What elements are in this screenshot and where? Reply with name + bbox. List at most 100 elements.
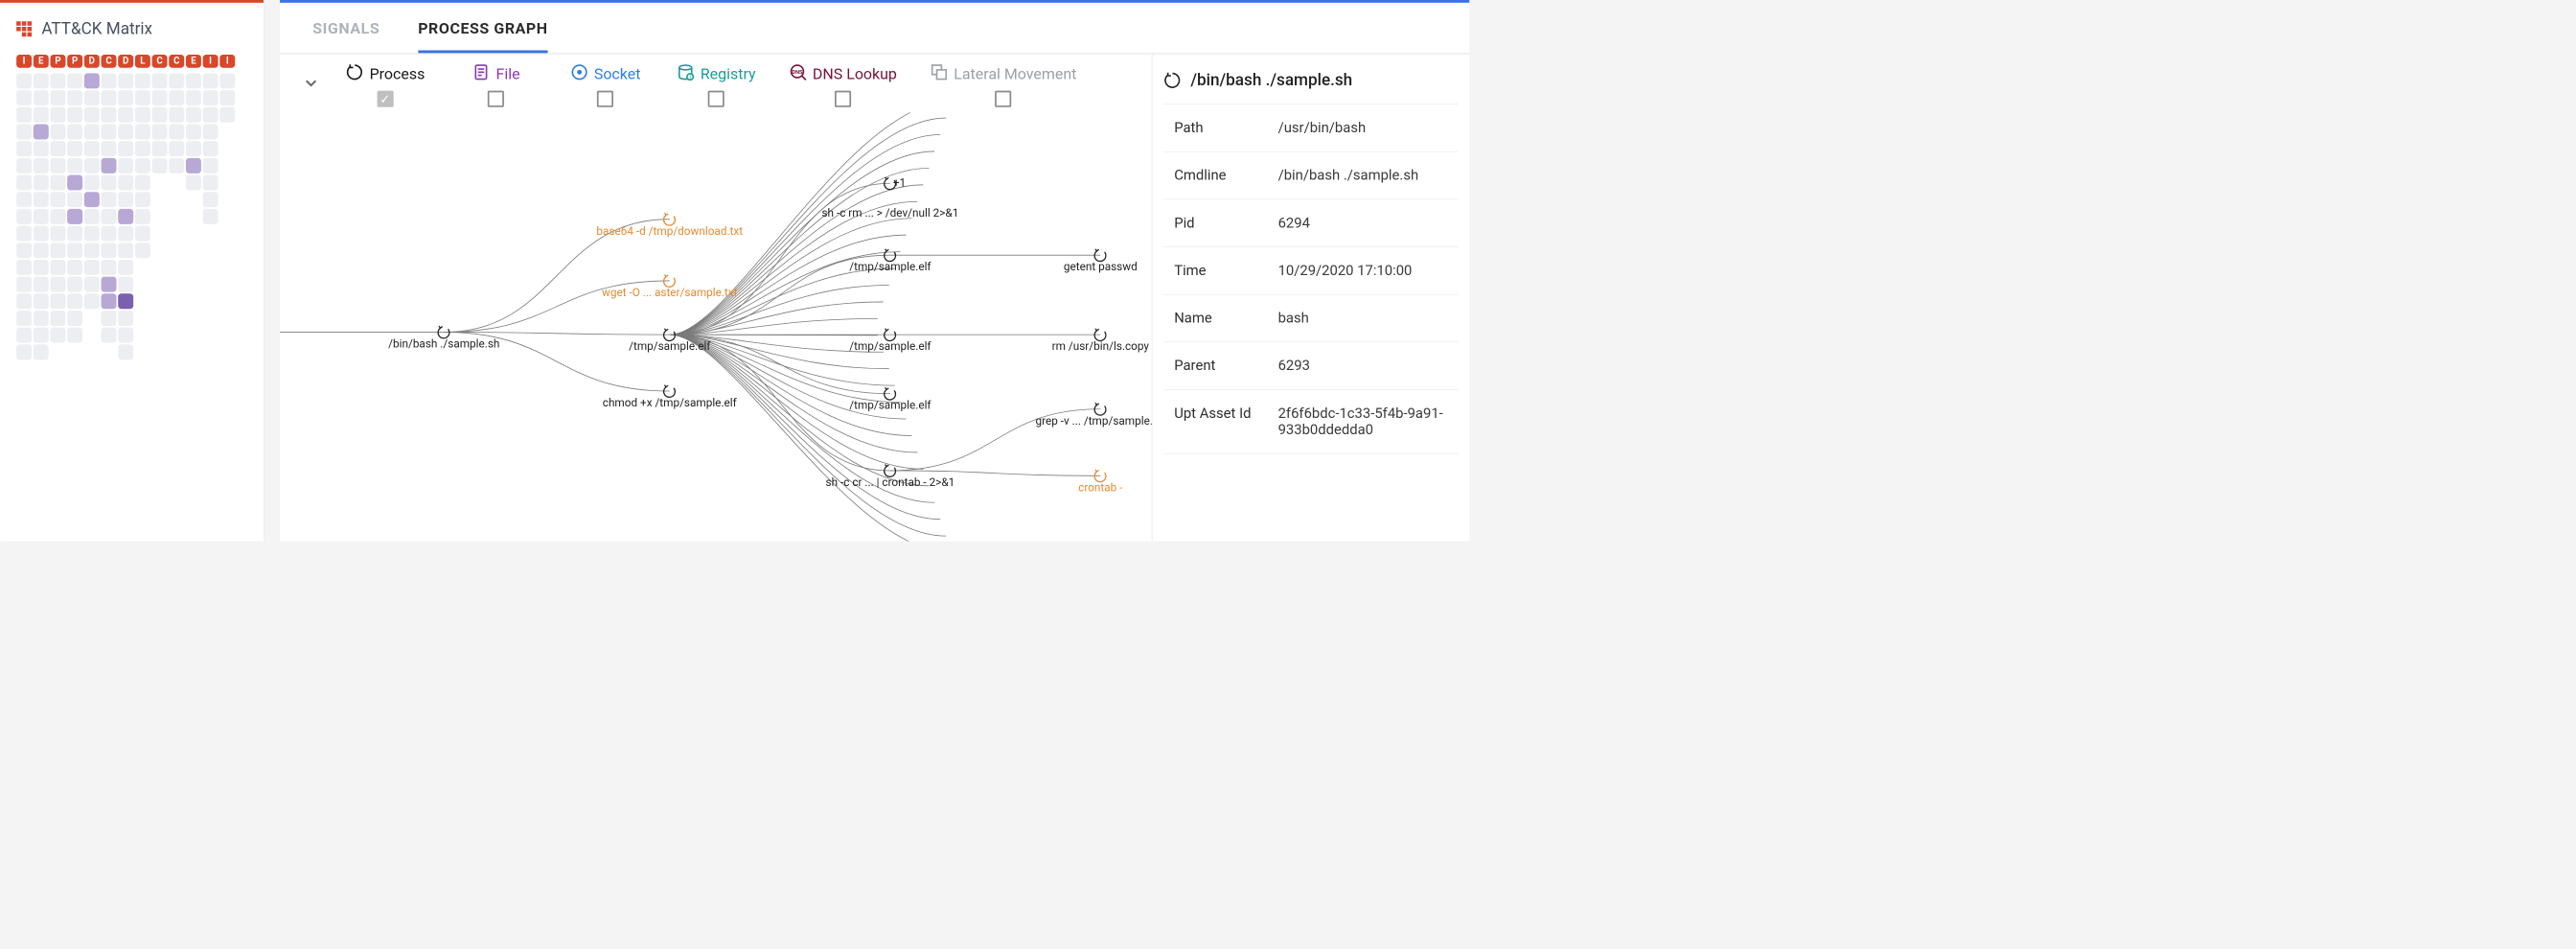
matrix-cell[interactable] bbox=[34, 243, 49, 258]
matrix-cell[interactable] bbox=[152, 141, 168, 156]
matrix-cell[interactable] bbox=[67, 209, 82, 224]
matrix-cell[interactable] bbox=[34, 344, 49, 359]
matrix-cell[interactable] bbox=[186, 124, 201, 139]
matrix-cell[interactable] bbox=[50, 124, 65, 139]
matrix-cell[interactable] bbox=[102, 226, 117, 242]
matrix-cell[interactable] bbox=[16, 73, 32, 88]
matrix-cell[interactable] bbox=[135, 107, 150, 123]
matrix-cell[interactable] bbox=[102, 141, 117, 156]
matrix-cell[interactable] bbox=[16, 158, 32, 174]
tactic-badge[interactable]: I bbox=[16, 55, 32, 68]
matrix-cell[interactable] bbox=[50, 209, 65, 224]
matrix-cell[interactable] bbox=[203, 141, 218, 156]
matrix-cell[interactable] bbox=[16, 175, 32, 191]
tactic-badge[interactable]: C bbox=[152, 55, 168, 68]
matrix-cell[interactable] bbox=[50, 311, 65, 326]
matrix-cell[interactable] bbox=[203, 192, 218, 207]
matrix-cell[interactable] bbox=[16, 90, 32, 105]
matrix-cell[interactable] bbox=[118, 344, 133, 359]
matrix-cell[interactable] bbox=[84, 141, 100, 156]
matrix-cell[interactable] bbox=[102, 293, 117, 309]
filter-checkbox-process[interactable]: ✓ bbox=[377, 91, 393, 107]
matrix-cell[interactable] bbox=[67, 141, 82, 156]
matrix-cell[interactable] bbox=[118, 226, 133, 242]
matrix-cell[interactable] bbox=[16, 293, 32, 309]
filter-checkbox-lateral[interactable] bbox=[995, 91, 1011, 107]
matrix-cell[interactable] bbox=[84, 192, 100, 207]
tactic-badge[interactable]: P bbox=[67, 55, 82, 68]
tactic-badge[interactable]: E bbox=[186, 55, 201, 68]
matrix-cell[interactable] bbox=[67, 243, 82, 258]
matrix-cell[interactable] bbox=[50, 90, 65, 105]
tactic-badge[interactable]: C bbox=[102, 55, 117, 68]
matrix-cell[interactable] bbox=[50, 277, 65, 292]
matrix-cell[interactable] bbox=[50, 260, 65, 275]
matrix-cell[interactable] bbox=[135, 124, 150, 139]
tactic-badge[interactable]: L bbox=[135, 55, 150, 68]
matrix-cell[interactable] bbox=[84, 175, 100, 191]
matrix-cell[interactable] bbox=[34, 90, 49, 105]
matrix-cell[interactable] bbox=[84, 107, 100, 123]
matrix-cell[interactable] bbox=[118, 124, 133, 139]
matrix-cell[interactable] bbox=[16, 260, 32, 275]
matrix-cell[interactable] bbox=[186, 158, 201, 174]
matrix-cell[interactable] bbox=[152, 158, 168, 174]
matrix-cell[interactable] bbox=[102, 158, 117, 174]
matrix-cell[interactable] bbox=[16, 226, 32, 242]
matrix-cell[interactable] bbox=[84, 243, 100, 258]
matrix-cell[interactable] bbox=[16, 209, 32, 224]
matrix-cell[interactable] bbox=[50, 192, 65, 207]
matrix-cell[interactable] bbox=[84, 158, 100, 174]
matrix-cell[interactable] bbox=[169, 90, 184, 105]
matrix-cell[interactable] bbox=[34, 260, 49, 275]
matrix-cell[interactable] bbox=[84, 226, 100, 242]
matrix-cell[interactable] bbox=[118, 90, 133, 105]
matrix-cell[interactable] bbox=[186, 90, 201, 105]
matrix-cell[interactable] bbox=[118, 192, 133, 207]
tactic-badge[interactable]: P bbox=[50, 55, 65, 68]
matrix-cell[interactable] bbox=[16, 277, 32, 292]
matrix-cell[interactable] bbox=[118, 260, 133, 275]
matrix-cell[interactable] bbox=[203, 209, 218, 224]
tab-process-graph[interactable]: PROCESS GRAPH bbox=[418, 3, 547, 53]
matrix-cell[interactable] bbox=[50, 328, 65, 343]
matrix-cell[interactable] bbox=[34, 311, 49, 326]
matrix-cell[interactable] bbox=[102, 311, 117, 326]
matrix-cell[interactable] bbox=[203, 73, 218, 88]
matrix-cell[interactable] bbox=[186, 73, 201, 88]
matrix-cell[interactable] bbox=[34, 141, 49, 156]
matrix-cell[interactable] bbox=[67, 158, 82, 174]
matrix-cell[interactable] bbox=[152, 90, 168, 105]
matrix-cell[interactable] bbox=[102, 277, 117, 292]
matrix-cell[interactable] bbox=[102, 209, 117, 224]
matrix-cell[interactable] bbox=[169, 158, 184, 174]
matrix-cell[interactable] bbox=[118, 277, 133, 292]
matrix-cell[interactable] bbox=[34, 158, 49, 174]
tactic-badge[interactable]: I bbox=[219, 55, 235, 68]
matrix-cell[interactable] bbox=[135, 90, 150, 105]
matrix-cell[interactable] bbox=[135, 192, 150, 207]
matrix-cell[interactable] bbox=[16, 344, 32, 359]
matrix-cell[interactable] bbox=[118, 107, 133, 123]
matrix-cell[interactable] bbox=[135, 158, 150, 174]
matrix-cell[interactable] bbox=[135, 226, 150, 242]
matrix-cell[interactable] bbox=[135, 141, 150, 156]
matrix-cell[interactable] bbox=[219, 107, 235, 123]
filter-checkbox-dns[interactable] bbox=[835, 91, 851, 107]
matrix-cell[interactable] bbox=[84, 277, 100, 292]
matrix-cell[interactable] bbox=[102, 192, 117, 207]
matrix-cell[interactable] bbox=[67, 73, 82, 88]
tab-signals[interactable]: SIGNALS bbox=[312, 3, 380, 53]
matrix-cell[interactable] bbox=[84, 73, 100, 88]
matrix-cell[interactable] bbox=[16, 311, 32, 326]
matrix-cell[interactable] bbox=[84, 293, 100, 309]
matrix-cell[interactable] bbox=[34, 226, 49, 242]
matrix-cell[interactable] bbox=[50, 73, 65, 88]
matrix-cell[interactable] bbox=[34, 328, 49, 343]
matrix-cell[interactable] bbox=[169, 124, 184, 139]
matrix-cell[interactable] bbox=[186, 107, 201, 123]
tactic-badge[interactable]: D bbox=[118, 55, 133, 68]
process-graph-canvas[interactable]: /bin/bash ./sample.shbase64 -d /tmp/down… bbox=[280, 113, 1152, 542]
matrix-cell[interactable] bbox=[219, 90, 235, 105]
matrix-cell[interactable] bbox=[186, 175, 201, 191]
